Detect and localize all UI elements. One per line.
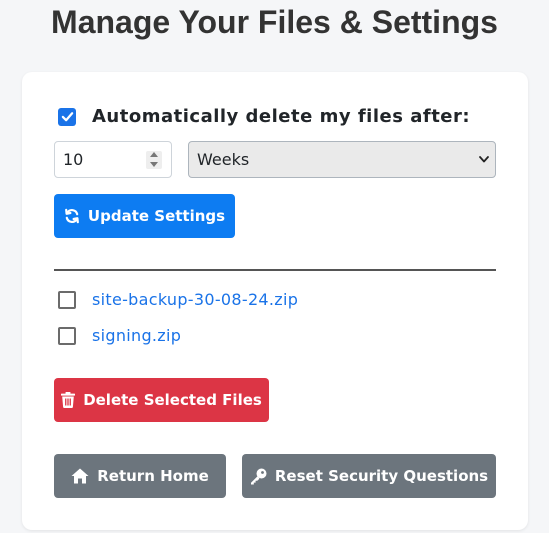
duration-unit-select[interactable]: Weeks xyxy=(188,141,496,178)
update-settings-button[interactable]: Update Settings xyxy=(54,194,235,238)
chevron-down-icon xyxy=(479,156,489,163)
file-link[interactable]: site-backup-30-08-24.zip xyxy=(92,290,298,309)
return-home-button[interactable]: Return Home xyxy=(54,454,226,498)
key-icon xyxy=(250,468,267,484)
auto-delete-label: Automatically delete my files after: xyxy=(92,106,471,127)
reset-security-questions-label: Reset Security Questions xyxy=(274,467,489,485)
update-settings-label: Update Settings xyxy=(87,207,226,225)
duration-number-input[interactable]: 10 xyxy=(54,141,172,178)
delete-selected-files-label: Delete Selected Files xyxy=(83,391,262,409)
reset-security-questions-button[interactable]: Reset Security Questions xyxy=(242,454,496,498)
trash-icon xyxy=(61,392,76,408)
section-divider xyxy=(54,269,496,271)
settings-card: Automatically delete my files after: 10 … xyxy=(22,72,528,530)
file-checkbox[interactable] xyxy=(58,290,76,309)
duration-number-value: 10 xyxy=(63,150,84,169)
auto-delete-checkbox[interactable] xyxy=(58,107,76,126)
delete-selected-files-button[interactable]: Delete Selected Files xyxy=(54,378,269,422)
spinner-down-icon[interactable] xyxy=(146,161,162,169)
file-list-item: signing.zip xyxy=(58,326,181,345)
auto-delete-row: Automatically delete my files after: xyxy=(58,106,470,127)
file-link[interactable]: signing.zip xyxy=(92,326,181,345)
spinner-up-icon[interactable] xyxy=(146,151,162,159)
refresh-icon xyxy=(65,208,79,224)
file-checkbox[interactable] xyxy=(58,326,76,345)
home-icon xyxy=(71,468,89,484)
page-title: Manage Your Files & Settings xyxy=(51,4,498,40)
check-icon xyxy=(61,112,73,122)
return-home-label: Return Home xyxy=(97,467,209,485)
duration-unit-value: Weeks xyxy=(197,150,250,169)
file-list-item: site-backup-30-08-24.zip xyxy=(58,290,298,309)
number-spinner[interactable] xyxy=(146,150,162,169)
